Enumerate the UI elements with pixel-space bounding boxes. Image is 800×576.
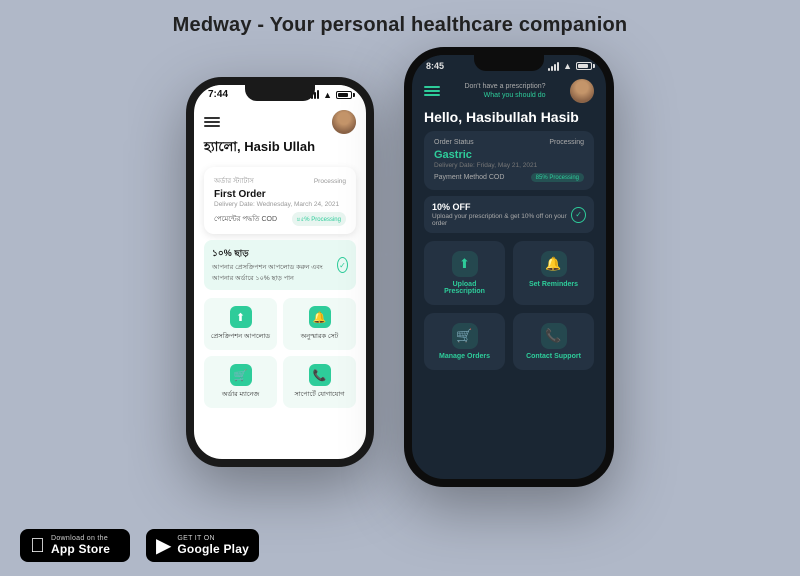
- promo-check-icon: ✓: [337, 257, 348, 273]
- btn4-label: সাপোর্টে যোগাযোগ: [295, 389, 345, 400]
- dark-promo-check-icon: ✓: [571, 207, 586, 223]
- appstore-badge[interactable]:  Download on the App Store: [20, 529, 130, 562]
- time-dark: 8:45: [426, 61, 444, 71]
- dark-bell-icon: 🔔: [541, 251, 567, 277]
- menu-icon[interactable]: [204, 117, 220, 127]
- appstore-top: Download on the: [51, 535, 110, 542]
- dark-header: Don't have a prescription? What you shou…: [412, 73, 606, 105]
- phone-dark: 8:45 ▲ Don't ha: [404, 47, 614, 487]
- phone-light-content: হ্যালো, Hasib Ullah অর্ডার স্ট্যাটাস Pro…: [194, 102, 366, 450]
- appstore-text: Download on the App Store: [51, 535, 110, 556]
- dark-action-grid: ⬆ Upload Prescription 🔔 Set Reminders 🛒 …: [412, 241, 606, 370]
- dark-avatar[interactable]: [570, 79, 594, 103]
- status-icons-dark: ▲: [548, 61, 592, 71]
- btn1-label: প্রেসক্রিপশন আপলোড: [211, 331, 270, 342]
- dark-promo-text: 10% OFF Upload your prescription & get 1…: [432, 202, 571, 227]
- dark-order-date: Delivery Date: Friday, May 21, 2021: [434, 162, 584, 169]
- btn2-label: অনুস্মারক সেট: [301, 331, 339, 342]
- signal-icon-dark: [548, 62, 559, 71]
- store-badges:  Download on the App Store ▶ GET IT ON …: [20, 529, 259, 562]
- prompt-line2: What you should do: [464, 91, 545, 100]
- apple-icon: : [30, 536, 45, 556]
- notch-dark: [474, 55, 544, 71]
- btn3-label: অর্ডার ম্যানেজ: [222, 389, 259, 400]
- promo-text: ১০% ছাড় আপনার প্রেসক্রিপশন আপলোড করুন এ…: [212, 246, 337, 284]
- action-grid-light: ⬆ প্রেসক্রিপশন আপলোড 🔔 অনুস্মারক সেট 🛒 অ…: [204, 298, 356, 408]
- battery-icon: [336, 91, 352, 99]
- upload-prescription-btn[interactable]: ⬆ প্রেসক্রিপশন আপলোড: [204, 298, 277, 350]
- order-method: পেমেন্টের পদ্ধতি COD: [214, 213, 277, 225]
- cart-icon: 🛒: [230, 364, 252, 386]
- dark-btn4-label: Contact Support: [526, 353, 581, 360]
- dark-btn1-label: Upload Prescription: [432, 281, 497, 295]
- googleplay-bottom: Google Play: [177, 542, 249, 556]
- order-status-label: Processing: [314, 178, 346, 185]
- greeting-light: হ্যালো, Hasib Ullah: [204, 138, 356, 159]
- prescription-prompt: Don't have a prescription? What you shou…: [464, 82, 545, 100]
- upload-icon: ⬆: [230, 306, 252, 328]
- dark-promo-main: 10% OFF: [432, 202, 571, 212]
- phones-container: 7:44 ▲: [0, 47, 800, 497]
- googleplay-badge[interactable]: ▶ GET IT ON Google Play: [146, 529, 259, 562]
- dark-order-method: Payment Method COD: [434, 174, 504, 181]
- order-date: Delivery Date: Wednesday, March 24, 2021: [214, 201, 346, 208]
- order-name: First Order: [214, 189, 346, 200]
- phone-icon: 📞: [309, 364, 331, 386]
- dark-manage-orders-btn[interactable]: 🛒 Manage Orders: [424, 313, 505, 370]
- bell-icon: 🔔: [309, 306, 331, 328]
- promo-banner-dark[interactable]: 10% OFF Upload your prescription & get 1…: [424, 196, 594, 233]
- dark-order-label: Order Status: [434, 139, 474, 146]
- appstore-bottom: App Store: [51, 542, 110, 556]
- wifi-icon-dark: ▲: [563, 61, 572, 71]
- order-card-dark[interactable]: Order Status Processing Gastric Delivery…: [424, 131, 594, 190]
- order-label: অর্ডার স্ট্যাটাস: [214, 175, 254, 187]
- contact-support-btn[interactable]: 📞 সাপোর্টে যোগাযোগ: [283, 356, 356, 408]
- promo-banner-light[interactable]: ১০% ছাড় আপনার প্রেসক্রিপশন আপলোড করুন এ…: [204, 240, 356, 290]
- dark-order-status: Processing: [549, 139, 584, 146]
- dark-order-name: Gastric: [434, 149, 584, 161]
- page-title: Medway - Your personal healthcare compan…: [0, 0, 800, 37]
- avatar[interactable]: [332, 110, 356, 134]
- order-card-header: অর্ডার স্ট্যাটাস Processing: [214, 175, 346, 187]
- processing-pill: ৪৫% Processing: [292, 212, 346, 226]
- battery-icon-dark: [576, 62, 592, 70]
- phone-light: 7:44 ▲: [186, 77, 374, 467]
- wifi-icon: ▲: [323, 90, 332, 100]
- dark-upload-prescription-btn[interactable]: ⬆ Upload Prescription: [424, 241, 505, 305]
- dark-upload-icon: ⬆: [452, 251, 478, 277]
- greeting-dark: Hello, Hasibullah Hasib: [412, 105, 606, 131]
- dark-promo-sub: Upload your prescription & get 10% off o…: [432, 213, 571, 227]
- googleplay-icon: ▶: [156, 536, 171, 556]
- dark-order-footer: Payment Method COD 85% Processing: [434, 173, 584, 182]
- googleplay-top: GET IT ON: [177, 535, 249, 542]
- order-card-light[interactable]: অর্ডার স্ট্যাটাস Processing First Order …: [204, 167, 356, 234]
- notch-light: [245, 85, 315, 101]
- time-light: 7:44: [208, 89, 228, 100]
- dark-menu-icon[interactable]: [424, 86, 440, 96]
- promo-main: ১০% ছাড়: [212, 246, 337, 261]
- dark-processing-pill: 85% Processing: [531, 173, 584, 182]
- manage-orders-btn[interactable]: 🛒 অর্ডার ম্যানেজ: [204, 356, 277, 408]
- light-header: [204, 102, 356, 138]
- prompt-line1: Don't have a prescription?: [464, 82, 545, 91]
- dark-phone-icon: 📞: [541, 323, 567, 349]
- set-reminders-btn[interactable]: 🔔 অনুস্মারক সেট: [283, 298, 356, 350]
- dark-btn2-label: Set Reminders: [529, 281, 578, 288]
- dark-contact-support-btn[interactable]: 📞 Contact Support: [513, 313, 594, 370]
- dark-set-reminders-btn[interactable]: 🔔 Set Reminders: [513, 241, 594, 305]
- dark-order-header: Order Status Processing: [434, 139, 584, 146]
- promo-sub: আপনার প্রেসক্রিপশন আপলোড করুন এবং আপনার …: [212, 262, 337, 284]
- googleplay-text: GET IT ON Google Play: [177, 535, 249, 556]
- order-footer: পেমেন্টের পদ্ধতি COD ৪৫% Processing: [214, 212, 346, 226]
- dark-btn3-label: Manage Orders: [439, 353, 490, 360]
- dark-cart-icon: 🛒: [452, 323, 478, 349]
